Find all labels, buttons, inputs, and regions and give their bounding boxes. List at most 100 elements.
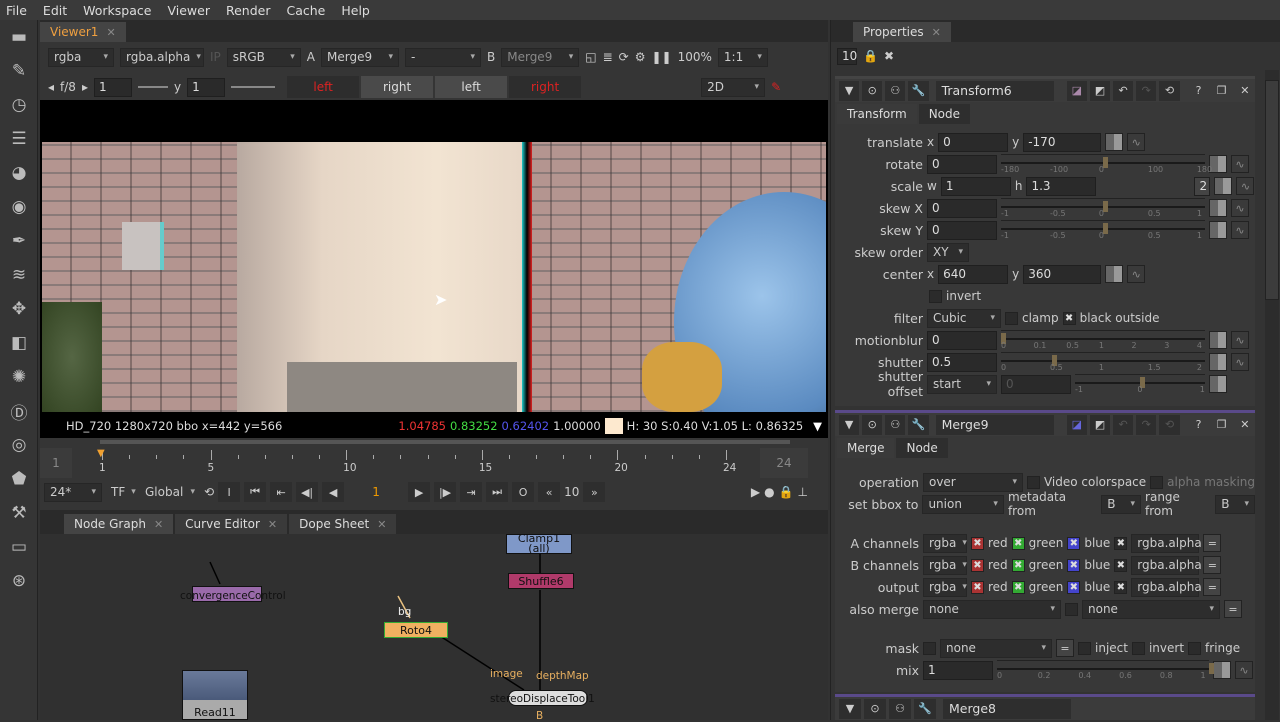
tab-viewer1[interactable]: Viewer1 ✕ [40, 22, 126, 42]
green-checkbox[interactable]: ✖ [1011, 558, 1025, 572]
info-menu-icon[interactable]: ▼ [813, 419, 822, 433]
properties-scrollbar[interactable] [1265, 70, 1279, 720]
last-frame-icon[interactable]: ⏭ [486, 482, 509, 502]
animation-menu-icon[interactable] [1105, 265, 1124, 283]
current-frame-field[interactable]: 1 [348, 482, 405, 502]
help-icon[interactable]: ? [1189, 415, 1209, 435]
scrollbar-thumb[interactable] [1265, 80, 1279, 300]
clear-panels-icon[interactable]: ✖ [884, 49, 894, 63]
wrench-icon[interactable]: 🔧 [908, 414, 929, 435]
flipbook-icon[interactable]: ▶ [751, 485, 760, 499]
motionblur-field[interactable]: 0 [927, 330, 997, 350]
time-icon[interactable]: ◷ [0, 88, 38, 122]
shutter-slider[interactable]: 0 0.5 1 1.5 2 [1001, 352, 1205, 372]
tf-dropdown[interactable]: TF [106, 483, 136, 502]
help-icon[interactable]: ? [1189, 81, 1209, 101]
animation-menu-icon[interactable] [1209, 199, 1227, 217]
inject-checkbox[interactable] [1078, 641, 1091, 655]
skew-x-field[interactable]: 0 [927, 198, 997, 218]
paint-icon[interactable]: ✎ [771, 80, 781, 94]
center-x-field[interactable]: 640 [938, 264, 1009, 284]
mask-checkbox[interactable] [923, 641, 936, 655]
menu-help[interactable]: Help [341, 3, 370, 18]
curve-icon[interactable]: ∿ [1231, 353, 1249, 371]
filter-icon[interactable]: ◉ [0, 190, 38, 224]
close-icon[interactable]: ✕ [1235, 81, 1255, 101]
node-read11[interactable]: Read11 [182, 670, 248, 720]
input-icon[interactable]: ⚇ [885, 414, 906, 435]
red-checkbox[interactable]: ✖ [971, 536, 984, 550]
ip-button[interactable]: IP [210, 50, 221, 64]
alpha-channel-dropdown[interactable]: rgba.alpha [1131, 533, 1202, 553]
keyer-icon[interactable]: ✒ [0, 224, 38, 258]
node-name-field[interactable]: Merge8 [943, 698, 1071, 719]
ratio-dropdown[interactable]: 1:1 [717, 47, 768, 67]
curve-icon[interactable]: ∿ [1236, 177, 1255, 195]
mix-field[interactable]: 1 [923, 660, 993, 680]
ruler-icon[interactable]: ⊥ [798, 485, 808, 499]
scale-h-field[interactable]: 1.3 [1026, 176, 1097, 196]
alpha-masking-checkbox[interactable] [1150, 475, 1164, 489]
translate-x-field[interactable]: 0 [938, 132, 1009, 152]
other-icon[interactable]: ▭ [0, 530, 38, 564]
step-back-icon[interactable]: « [538, 482, 561, 502]
mix-slider[interactable]: 0 0.2 0.4 0.6 0.8 1 [997, 660, 1214, 680]
wrench-icon[interactable]: 🔧 [908, 80, 929, 101]
tab-merge[interactable]: Merge [837, 438, 895, 458]
alpha-channel-dropdown[interactable]: rgba.alpha [1131, 555, 1202, 575]
furnace-icon[interactable]: ⊛ [0, 564, 38, 598]
red-checkbox[interactable]: ✖ [971, 580, 984, 594]
translate-y-field[interactable]: -170 [1023, 132, 1102, 152]
red-checkbox[interactable]: ✖ [971, 558, 984, 572]
scale-split-button[interactable]: 2 [1194, 176, 1211, 196]
revert-icon[interactable]: ⟲ [1159, 414, 1180, 435]
gamma-slider[interactable] [231, 86, 276, 88]
menu-edit[interactable]: Edit [43, 3, 67, 18]
step-value[interactable]: 10 [564, 485, 579, 499]
scale-w-field[interactable]: 1 [940, 176, 1011, 196]
skew-order-dropdown[interactable]: XY [927, 242, 969, 262]
menu-file[interactable]: File [6, 3, 27, 18]
input-icon[interactable]: ⚇ [889, 698, 911, 719]
link-button[interactable]: = [1056, 639, 1074, 657]
fstop-down-icon[interactable]: ◂ [48, 80, 54, 94]
tab-node[interactable]: Node [896, 438, 948, 458]
menu-render[interactable]: Render [226, 3, 271, 18]
collapse-icon[interactable]: ▼ [839, 80, 860, 101]
timeline-end[interactable]: 24 [760, 448, 808, 478]
fstop-up-icon[interactable]: ▸ [82, 80, 88, 94]
animation-menu-icon[interactable] [1209, 331, 1227, 349]
link-button[interactable]: = [1203, 534, 1222, 552]
shutter-offset-dropdown[interactable]: start [927, 374, 997, 394]
skew-x-slider[interactable]: -1 -0.5 0 0.5 1 [1001, 198, 1205, 218]
view-right-button-2[interactable]: right [509, 76, 582, 98]
skew-y-slider[interactable]: -1 -0.5 0 0.5 1 [1001, 220, 1205, 240]
playhead[interactable]: ▼ [97, 448, 105, 459]
revert-icon[interactable]: ⟲ [1159, 80, 1180, 101]
channels-dropdown[interactable]: rgba [923, 555, 967, 575]
link-button[interactable]: = [1203, 578, 1222, 596]
node-clamp1[interactable]: Clamp1 (all) [506, 533, 572, 554]
animation-menu-icon[interactable] [1209, 375, 1227, 393]
view-left-button-2[interactable]: left [435, 76, 508, 98]
undo-icon[interactable]: ↶ [1113, 414, 1134, 435]
filter-dropdown[interactable]: Cubic [927, 308, 1001, 328]
center-y-field[interactable]: 360 [1023, 264, 1102, 284]
green-checkbox[interactable]: ✖ [1011, 536, 1025, 550]
motionblur-slider[interactable]: 0 0.1 0.5 1 2 3 4 [1001, 330, 1205, 350]
curve-icon[interactable]: ∿ [1235, 661, 1253, 679]
invert-checkbox[interactable] [929, 289, 942, 303]
pause-icon[interactable]: ❚❚ [651, 50, 671, 64]
color-icon[interactable]: ◕ [0, 156, 38, 190]
loop-icon[interactable]: ⟲ [204, 485, 214, 499]
lines-icon[interactable]: ≣ [603, 50, 613, 64]
tab-properties[interactable]: Properties ✕ [853, 22, 951, 42]
animation-menu-icon[interactable] [1209, 353, 1227, 371]
timeline-start[interactable]: 1 [40, 448, 72, 478]
menu-viewer[interactable]: Viewer [167, 3, 210, 18]
undo-icon[interactable]: ↶ [1113, 80, 1134, 101]
color-icon[interactable]: ◪ [1066, 414, 1087, 435]
video-colorspace-checkbox[interactable] [1026, 475, 1040, 489]
node-name-field[interactable]: Merge9 [935, 414, 1054, 435]
also-merge-a-dropdown[interactable]: none [923, 599, 1061, 619]
